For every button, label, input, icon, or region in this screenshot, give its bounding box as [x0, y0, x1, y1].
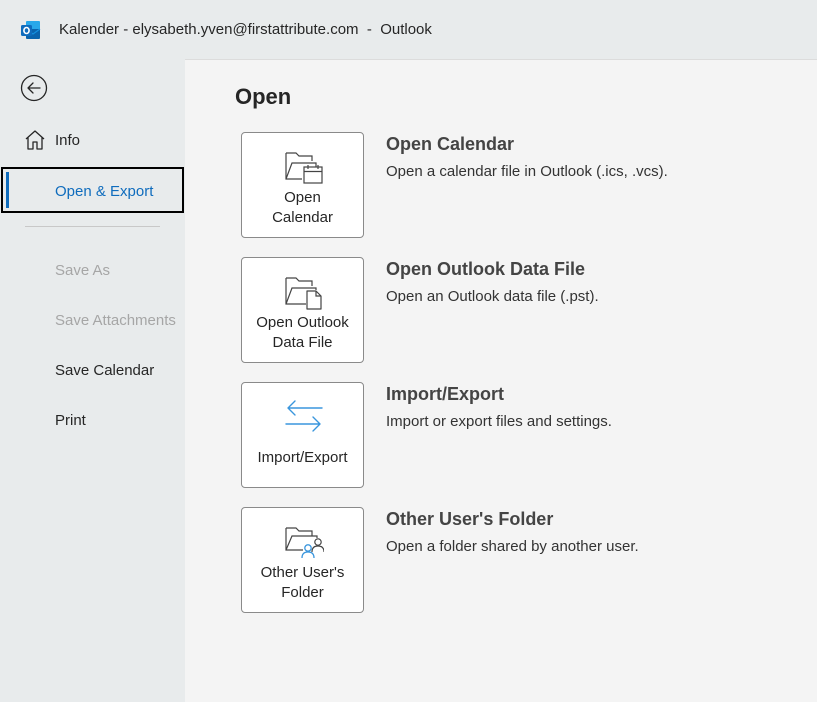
option-heading: Import/Export	[386, 384, 505, 404]
tile-label: Other User's Folder	[260, 564, 345, 601]
option-heading: Open Calendar	[386, 134, 515, 154]
sidebar-item-label: Save As	[55, 262, 111, 279]
selection-indicator	[6, 172, 9, 208]
option-import-export: Import/Export Import/Export Import or ex…	[241, 382, 801, 489]
option-description: Open a calendar file in Outlook (.ics, .…	[386, 163, 668, 180]
home-icon	[25, 130, 45, 150]
sidebar-divider	[25, 226, 160, 227]
sidebar-item-info[interactable]: Info	[0, 118, 184, 164]
import-export-arrows-icon	[285, 400, 323, 432]
tile-label: Import/Export	[257, 449, 348, 466]
folder-calendar-icon	[285, 152, 323, 184]
sidebar-item-save-calendar[interactable]: Save Calendar	[0, 348, 184, 394]
sidebar-item-label: Info	[55, 132, 81, 149]
option-heading: Open Outlook Data File	[386, 259, 586, 279]
title-bar: Kalender - elysabeth.yven@firstattribute…	[0, 0, 817, 59]
option-description: Open an Outlook data file (.pst).	[386, 288, 599, 305]
sidebar-item-label: Print	[55, 412, 86, 429]
back-arrow-circle-icon[interactable]	[20, 74, 48, 102]
tile-label: Open Calendar	[272, 189, 333, 226]
tile-label: Open Outlook Data File	[256, 314, 349, 351]
option-description: Open a folder shared by another user.	[386, 538, 639, 555]
sidebar-item-label: Save Attachments	[55, 312, 176, 329]
open-calendar-button[interactable]: Open Calendar	[241, 132, 364, 238]
folder-shared-users-icon	[285, 527, 324, 559]
sidebar-item-print[interactable]: Print	[0, 398, 184, 444]
sidebar-item-save-as: Save As	[0, 248, 184, 294]
sidebar-item-label: Open & Export	[55, 183, 154, 200]
import-export-button[interactable]: Import/Export	[241, 382, 364, 488]
sidebar-item-open-export[interactable]: Open & Export	[1, 167, 184, 213]
folder-file-icon	[285, 277, 322, 310]
outlook-logo-icon	[21, 21, 41, 39]
window-title: Kalender - elysabeth.yven@firstattribute…	[59, 21, 432, 38]
option-open-calendar: Open Calendar Open Calendar Open a calen…	[241, 132, 801, 239]
sidebar-item-label: Save Calendar	[55, 362, 155, 379]
open-outlook-data-file-button[interactable]: Open Outlook Data File	[241, 257, 364, 363]
backstage-sidebar: Info Open & Export Save As Save Attachme…	[0, 59, 185, 702]
option-description: Import or export files and settings.	[386, 413, 612, 430]
page-title: Open	[235, 84, 292, 109]
open-export-panel: Open Open Calendar Open Calendar Open a …	[185, 59, 817, 702]
option-heading: Other User's Folder	[386, 509, 554, 529]
other-users-folder-button[interactable]: Other User's Folder	[241, 507, 364, 613]
option-open-data-file: Open Outlook Data File Open Outlook Data…	[241, 257, 801, 364]
sidebar-item-save-attachments: Save Attachments	[0, 298, 184, 344]
option-other-users-folder: Other User's Folder Other User's Folder …	[241, 507, 801, 614]
